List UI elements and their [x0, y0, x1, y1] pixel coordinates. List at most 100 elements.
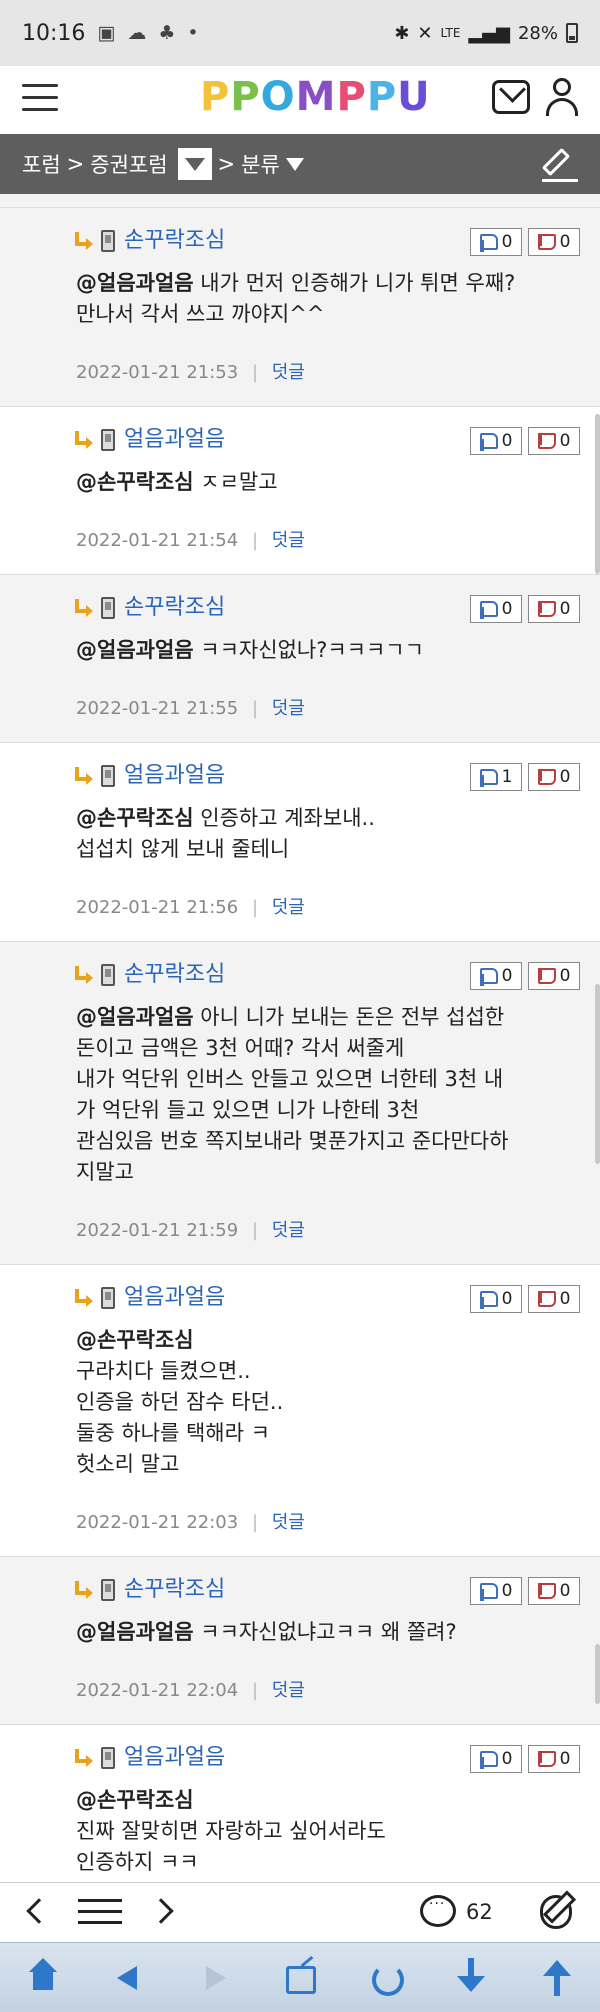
reply-link[interactable]: 덧글	[272, 530, 305, 551]
upvote-count: 0	[501, 431, 513, 451]
downvote-count: 0	[559, 232, 571, 252]
downvote-button[interactable]: 0	[528, 595, 580, 623]
comment-item: 얼음과얼음 0 0 @손꾸락조심 ㅈㄹ말고 2022-01-21 21:54 |…	[0, 407, 600, 575]
share-icon[interactable]	[278, 1956, 322, 2000]
comment-mention[interactable]: @손꾸락조심	[76, 1788, 194, 1812]
upvote-button[interactable]: 0	[470, 427, 522, 455]
comment-item: 손꾸락조심 0 0 @얼음과얼음 내가 먼저 인증해가 니가 튀면 우째? 만나…	[0, 208, 600, 407]
comment-mention[interactable]: @손꾸락조심	[76, 806, 194, 830]
menu-icon[interactable]	[22, 84, 58, 114]
comment-mention[interactable]: @얼음과얼음	[76, 1005, 194, 1029]
meta-divider: |	[251, 1512, 259, 1533]
comment-mention[interactable]: @손꾸락조심	[76, 470, 194, 494]
upvote-button[interactable]: 0	[470, 1745, 522, 1773]
comment-text: @얼음과얼음 아니 니가 보내는 돈은 전부 섭섭한 돈이고 금액은 3천 어때…	[76, 1002, 580, 1188]
home-icon[interactable]	[21, 1956, 65, 2000]
list-icon[interactable]	[78, 1899, 122, 1927]
comment-timestamp: 2022-01-21 21:54	[76, 530, 239, 551]
comment-meta: 2022-01-21 21:53 | 덧글	[76, 358, 580, 406]
comment-meta: 2022-01-21 21:55 | 덧글	[76, 694, 580, 742]
vote-buttons: 0 0	[470, 1577, 580, 1605]
downvote-button[interactable]: 0	[528, 1577, 580, 1605]
downvote-button[interactable]: 0	[528, 228, 580, 256]
comment-body: 아니 니가 보내는 돈은 전부 섭섭한 돈이고 금액은 3천 어때? 각서 써줄…	[76, 1005, 509, 1184]
scrollbar[interactable]	[595, 414, 600, 574]
back-icon[interactable]	[107, 1956, 151, 2000]
comment-count[interactable]: 62	[466, 1900, 493, 1924]
cloud-icon: ☁	[127, 22, 147, 44]
upvote-button[interactable]: 0	[470, 595, 522, 623]
downvote-button[interactable]: 0	[528, 962, 580, 990]
comment-meta: 2022-01-21 21:54 | 덧글	[76, 526, 580, 574]
thumbs-down-icon	[537, 769, 556, 785]
comment-list: 손꾸락조심 0 0 @얼음과얼음 내가 먼저 인증해가 니가 튀면 우째? 만나…	[0, 194, 600, 1882]
write-comment-icon[interactable]	[540, 1895, 572, 1929]
comment-timestamp: 2022-01-21 21:55	[76, 698, 239, 719]
bluetooth-icon: ✱	[394, 22, 410, 44]
mobile-phone-icon	[101, 597, 115, 619]
downvote-button[interactable]: 0	[528, 427, 580, 455]
site-logo[interactable]: PPOMPPU	[200, 74, 431, 120]
breadcrumb-category[interactable]: 분류	[241, 149, 280, 179]
thumbs-down-icon	[537, 1291, 556, 1307]
reply-link[interactable]: 덧글	[272, 698, 305, 719]
downvote-button[interactable]: 0	[528, 1745, 580, 1773]
next-post-icon[interactable]	[148, 1898, 174, 1924]
browser-nav-bar	[0, 1942, 600, 2012]
comment-body: 구라치다 들켰으면.. 인증을 하던 잠수 타던.. 둘중 하나를 택해라 ㅋ …	[76, 1359, 284, 1476]
post-toolbar: 62	[0, 1882, 600, 1942]
write-post-icon[interactable]	[541, 146, 578, 182]
downvote-count: 0	[559, 966, 571, 986]
category-dropdown-icon[interactable]	[285, 157, 304, 171]
downvote-count: 0	[559, 1749, 571, 1769]
comment-mention[interactable]: @손꾸락조심	[76, 1328, 194, 1352]
downvote-button[interactable]: 0	[528, 1285, 580, 1313]
reply-link[interactable]: 덧글	[272, 897, 305, 918]
upvote-button[interactable]: 0	[470, 228, 522, 256]
comment-timestamp: 2022-01-21 21:56	[76, 897, 239, 918]
refresh-icon[interactable]	[364, 1956, 408, 2000]
reply-arrow-icon	[75, 599, 93, 619]
user-icon[interactable]	[544, 78, 580, 118]
previous-post-icon[interactable]	[26, 1898, 52, 1924]
mobile-phone-icon	[101, 230, 115, 252]
reply-link[interactable]: 덧글	[272, 362, 305, 383]
scroll-down-icon[interactable]	[449, 1956, 493, 2000]
comment-body: ㅋㅋ자신없냐고ㅋㅋ 왜 쫄려?	[193, 1620, 457, 1644]
upvote-button[interactable]: 1	[470, 763, 522, 791]
comment-text: @손꾸락조심 진짜 잘맞히면 자랑하고 싶어서라도 인증하지 ㅋㅋ 구라쟁이	[76, 1785, 580, 1882]
reply-link[interactable]: 덧글	[272, 1680, 305, 1701]
upvote-count: 0	[501, 1749, 513, 1769]
breadcrumb-separator: >	[66, 152, 85, 176]
reply-link[interactable]: 덧글	[272, 1512, 305, 1533]
status-bar: 10:16 ▣ ☁ ♣ • ✱ ✕ LTE ▂▄▆ 28%	[0, 0, 600, 66]
breadcrumb-forum[interactable]: 포럼	[22, 149, 61, 179]
comment-item: 손꾸락조심 0 0 @얼음과얼음 아니 니가 보내는 돈은 전부 섭섭한 돈이고…	[0, 942, 600, 1265]
scrollbar[interactable]	[595, 984, 600, 1164]
downvote-button[interactable]: 0	[528, 763, 580, 791]
scrollbar[interactable]	[595, 1644, 600, 1704]
comment-mention[interactable]: @얼음과얼음	[76, 271, 194, 295]
upvote-count: 0	[501, 966, 513, 986]
comment-bubble-icon[interactable]	[420, 1895, 456, 1927]
comment-mention[interactable]: @얼음과얼음	[76, 638, 194, 662]
upvote-button[interactable]: 0	[470, 1285, 522, 1313]
meta-divider: |	[251, 698, 259, 719]
scroll-up-icon[interactable]	[535, 1956, 579, 2000]
board-dropdown-icon[interactable]	[177, 148, 212, 180]
breadcrumb-separator: >	[217, 152, 236, 176]
meta-divider: |	[251, 897, 259, 918]
breadcrumb-board[interactable]: 증권포럼	[90, 149, 167, 179]
vote-buttons: 0 0	[470, 427, 580, 455]
reply-arrow-icon	[75, 232, 93, 252]
mail-icon[interactable]	[492, 80, 530, 114]
comment-mention[interactable]: @얼음과얼음	[76, 1620, 194, 1644]
reply-arrow-icon	[75, 767, 93, 787]
reply-link[interactable]: 덧글	[272, 1220, 305, 1241]
mobile-phone-icon	[101, 964, 115, 986]
upvote-button[interactable]: 0	[470, 962, 522, 990]
vote-buttons: 0 0	[470, 1745, 580, 1773]
upvote-button[interactable]: 0	[470, 1577, 522, 1605]
upvote-count: 1	[501, 767, 513, 787]
forward-icon[interactable]	[192, 1956, 236, 2000]
